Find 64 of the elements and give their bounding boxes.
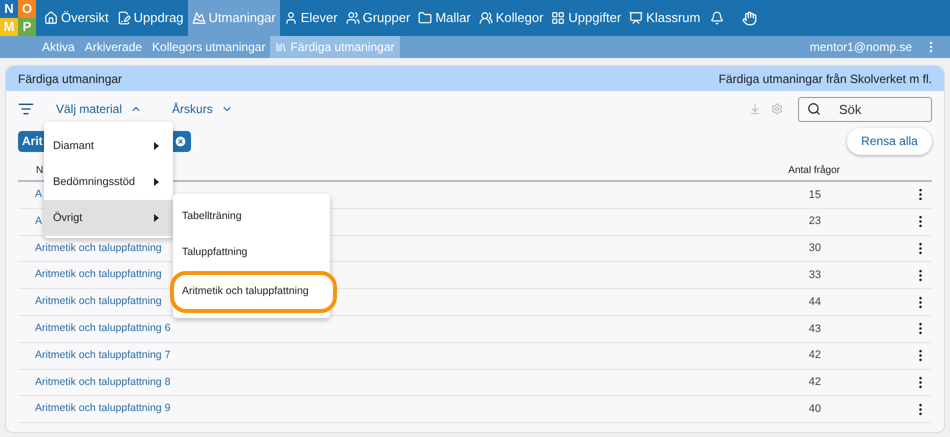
- challenge-link[interactable]: Aritmetik och taluppfattning: [18, 267, 162, 284]
- mountain-icon: [192, 11, 206, 25]
- presentation-icon: [629, 11, 644, 25]
- filter-dropdown[interactable]: Årskurs: [172, 100, 233, 118]
- filter-dropdown[interactable]: Välj material: [56, 100, 142, 118]
- caret-icon: [154, 178, 159, 186]
- hand-icon[interactable]: [742, 10, 758, 26]
- challenge-link[interactable]: Aritmetik och taluppfattning 6: [18, 321, 170, 337]
- column-header: N: [35, 164, 44, 178]
- submenu-item[interactable]: Taluppfattning: [173, 235, 330, 271]
- question-count: 44: [808, 294, 821, 310]
- subnav-tab[interactable]: Kollegors utmaningar: [147, 36, 270, 58]
- logo: N O M P: [0, 0, 36, 36]
- subnav-tab[interactable]: Arkiverade: [80, 36, 148, 58]
- question-count: 33: [808, 268, 821, 284]
- clear-all-button[interactable]: Rensa alla: [847, 128, 932, 154]
- nav-tab[interactable]: Kollegor: [474, 0, 548, 36]
- grid-icon: [551, 11, 566, 25]
- question-count: 23: [808, 214, 821, 230]
- nav-tab[interactable]: Uppdrag: [112, 0, 188, 36]
- question-count: 40: [808, 402, 821, 418]
- question-count: 30: [808, 241, 821, 256]
- card-subtitle: Färdiga utmaningar från Skolverket m fl.: [718, 70, 932, 88]
- challenge-link[interactable]: Aritmetik och taluppfattning 9: [18, 401, 170, 418]
- nav-tab[interactable]: Grupper: [342, 0, 414, 36]
- nav-tab[interactable]: Elever: [280, 0, 342, 36]
- nav-tab[interactable]: Översikt: [40, 0, 113, 36]
- bell-icon[interactable]: [710, 11, 724, 25]
- nav-tab[interactable]: Mallar: [414, 0, 475, 36]
- menu-item[interactable]: Övrigt: [44, 200, 173, 236]
- question-count: 43: [808, 322, 821, 337]
- search-field[interactable]: Sök: [798, 96, 932, 122]
- challenge-link[interactable]: Aritmetik och taluppfattning: [18, 240, 162, 256]
- submenu-item[interactable]: Aritmetik och taluppfattning: [170, 271, 337, 313]
- caret-icon: [154, 214, 159, 222]
- folder-icon: [418, 11, 432, 25]
- question-count: 42: [808, 348, 821, 364]
- group-icon: [346, 11, 360, 25]
- group-icon: [478, 11, 493, 25]
- home-icon: [44, 11, 58, 25]
- menu-item[interactable]: Diamant: [44, 128, 173, 164]
- challenge-link[interactable]: A: [18, 214, 42, 230]
- search-icon: [807, 102, 821, 116]
- user-email: mentor1@nomp.se: [810, 39, 912, 56]
- menu-item[interactable]: Bedömningsstöd: [44, 164, 173, 200]
- challenge-link[interactable]: Aritmetik och taluppfattning 8: [18, 374, 170, 390]
- challenge-link[interactable]: A: [18, 187, 42, 203]
- subnav-tab[interactable]: Aktiva: [37, 36, 80, 58]
- books-icon: [275, 41, 288, 53]
- user-icon: [284, 11, 298, 25]
- nav-tab[interactable]: Uppgifter: [547, 0, 626, 36]
- card-title: Färdiga utmaningar: [18, 70, 122, 88]
- caret-icon: [154, 142, 159, 150]
- nav-tab[interactable]: Klassrum: [625, 0, 704, 36]
- close-icon[interactable]: [174, 134, 187, 148]
- challenge-link[interactable]: Aritmetik och taluppfattning 7: [18, 348, 170, 364]
- question-count: 42: [808, 375, 821, 390]
- nav-tab[interactable]: Utmaningar: [188, 0, 280, 36]
- challenge-link[interactable]: Aritmetik och taluppfattning: [18, 294, 162, 310]
- filter-icon[interactable]: [18, 101, 34, 117]
- question-count: 15: [808, 188, 821, 203]
- column-header: Antal frågor: [788, 164, 840, 178]
- submenu-item[interactable]: Tabellträning: [173, 199, 330, 235]
- edit-icon: [116, 11, 131, 25]
